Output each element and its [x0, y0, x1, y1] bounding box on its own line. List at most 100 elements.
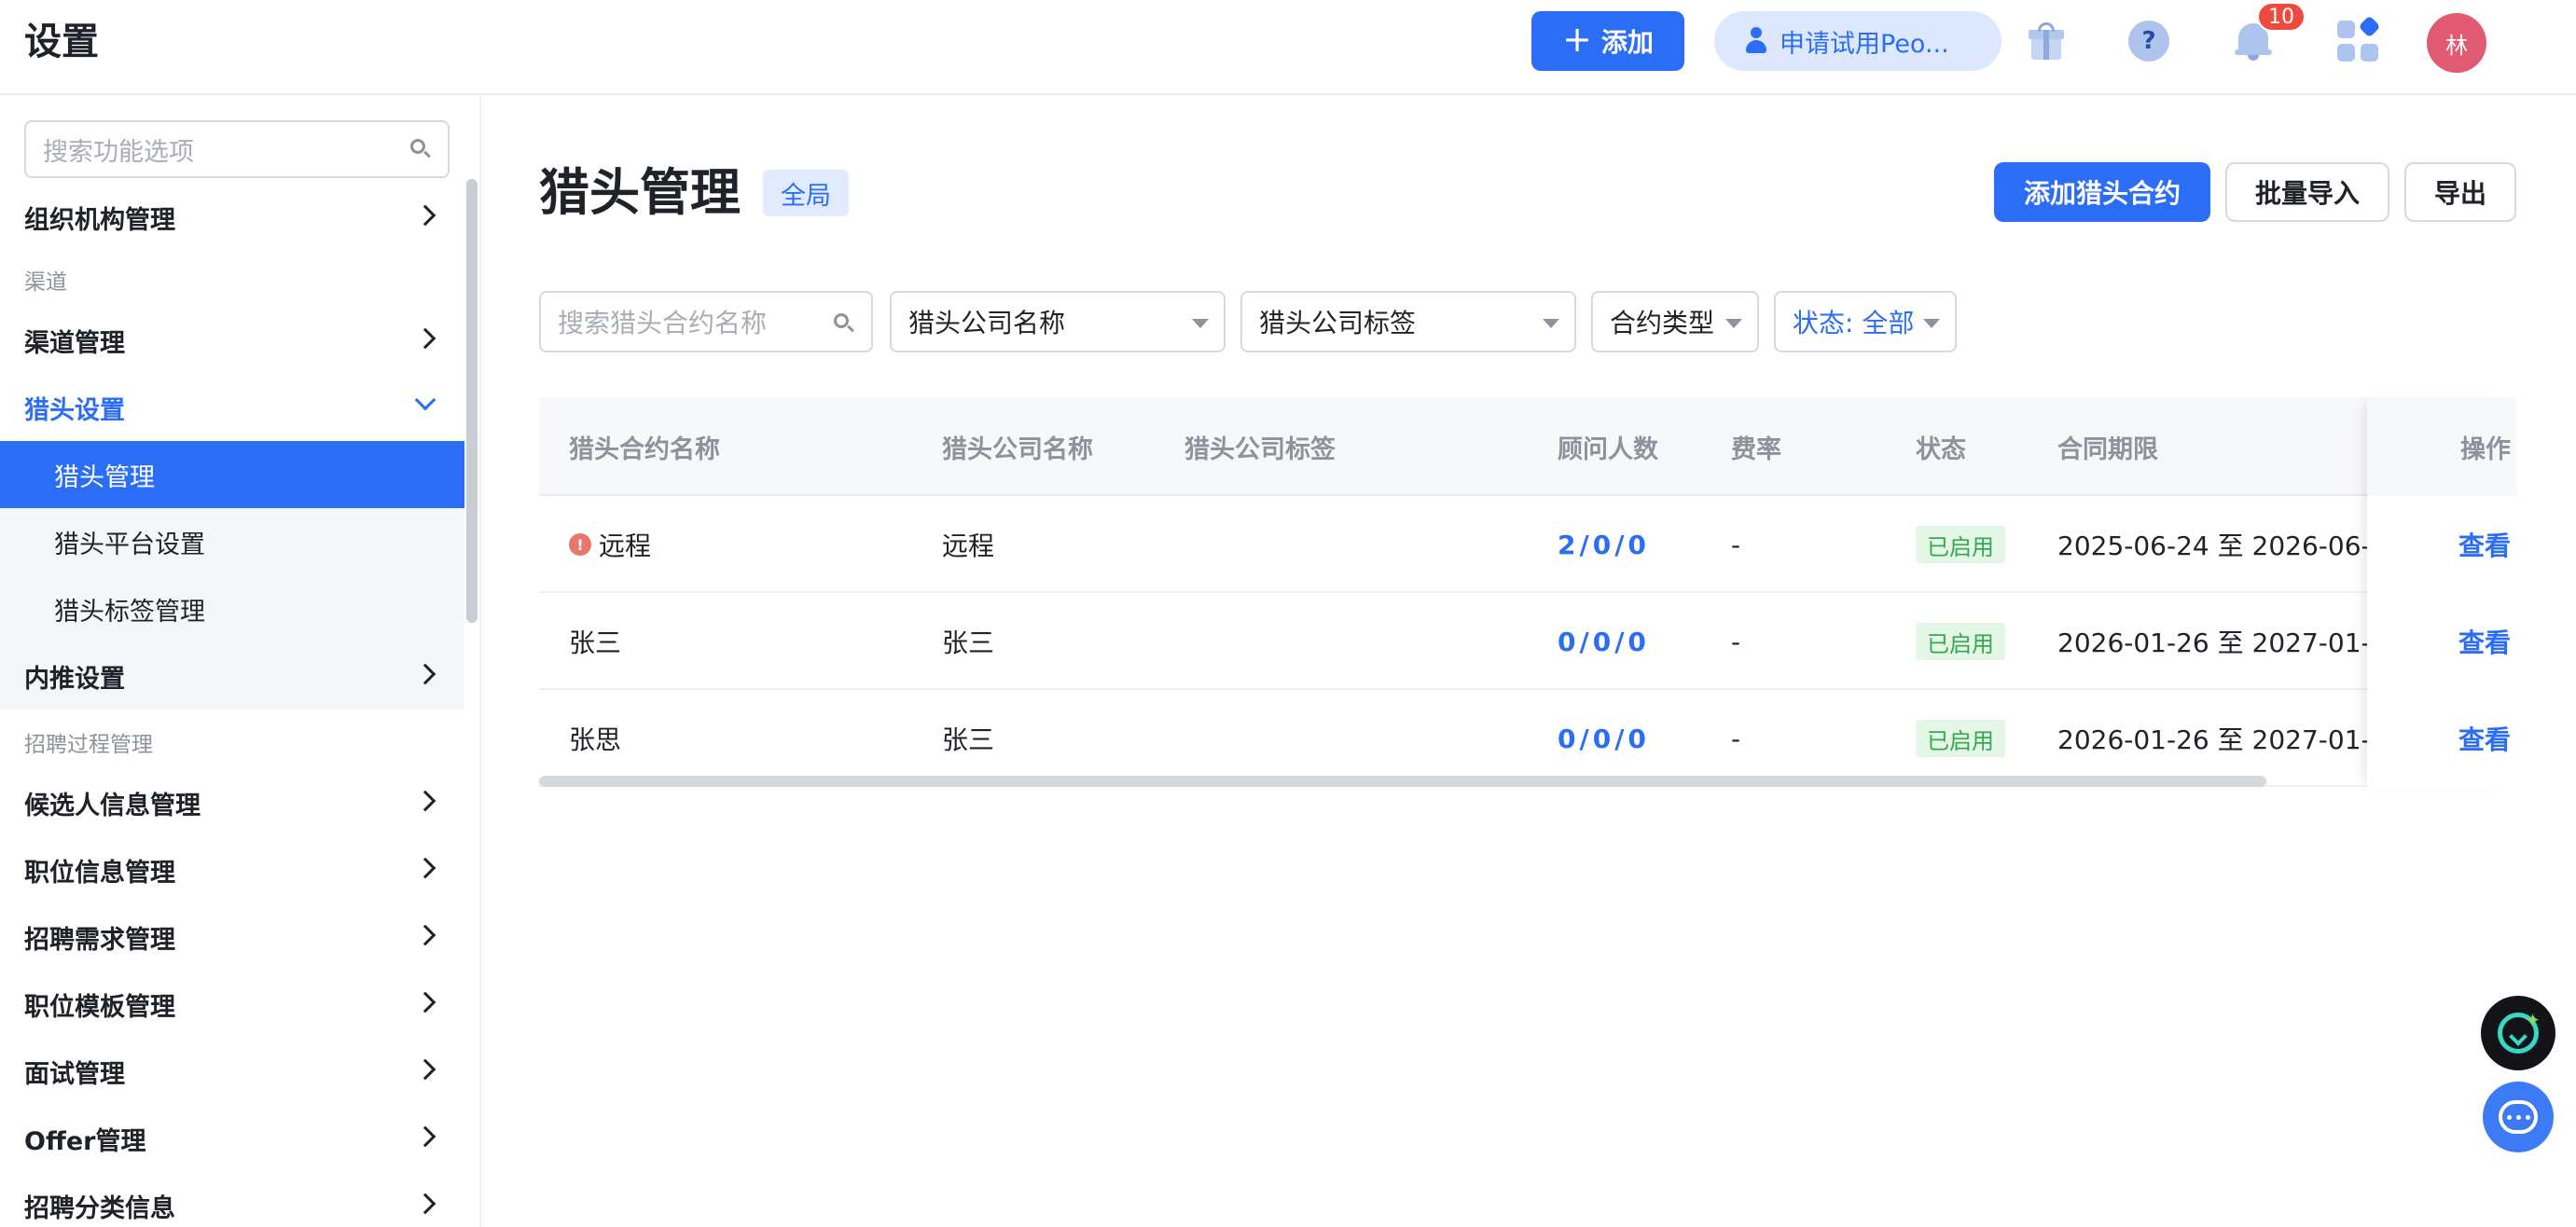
table-row[interactable]: 张三 张三 0/0/0 - 已启用 2026-01-26 至 2027-01-2	[539, 593, 2516, 690]
table-row[interactable]: 张思 张三 0/0/0 - 已启用 2026-01-26 至 2027-01-2	[539, 690, 2516, 787]
export-button[interactable]: 导出	[2404, 162, 2516, 222]
cell-period: 2025-06-24 至 2026-06-	[2057, 531, 2367, 561]
cell-rate: -	[1731, 529, 1741, 560]
sidebar-item-category[interactable]: 招聘分类信息	[0, 1172, 464, 1227]
sidebar-search-input[interactable]: 搜索功能选项	[24, 120, 450, 178]
sidebar-item-headhunter-platform[interactable]: 猎头平台设置	[0, 508, 464, 575]
contract-search-placeholder: 搜索猎头合约名称	[558, 308, 768, 338]
scope-tag: 全局	[763, 170, 849, 216]
sidebar-item-position[interactable]: 职位信息管理	[0, 836, 464, 903]
caret-down-icon	[1192, 319, 1209, 328]
company-name-select-label: 猎头公司名称	[908, 308, 1066, 338]
chevron-right-icon	[414, 327, 436, 350]
avatar[interactable]: 林	[2427, 13, 2486, 73]
cell-rate: -	[1731, 626, 1741, 657]
add-button[interactable]: + 添加	[1531, 11, 1684, 71]
info-icon: !	[569, 533, 591, 556]
sidebar-item-label: 内推设置	[24, 664, 125, 694]
company-tag-select-label: 猎头公司标签	[1259, 308, 1417, 338]
gift-icon	[2029, 22, 2064, 60]
caret-down-icon	[1923, 319, 1940, 328]
cell-status: 已启用	[1916, 593, 2005, 690]
chevron-right-icon	[414, 663, 436, 685]
sidebar-item-headhunter-mgmt[interactable]: 猎头管理	[0, 441, 464, 508]
apply-trial-button[interactable]: 申请试用Peo...	[1714, 11, 2001, 71]
sidebar-scrollbar[interactable]	[466, 179, 478, 623]
column-status: 状态	[1916, 434, 1966, 464]
sidebar-item-referral[interactable]: 内推设置	[0, 642, 464, 710]
chevron-right-icon	[414, 1058, 436, 1081]
chevron-right-icon	[414, 1193, 436, 1215]
sidebar-item-label: 职位模板管理	[24, 992, 175, 1022]
help-button[interactable]: ?	[2126, 19, 2171, 63]
sidebar-group-channel: 渠道	[24, 270, 67, 295]
sidebar-item-label: 组织机构管理	[24, 205, 175, 235]
status-badge: 已启用	[1916, 526, 2005, 563]
sidebar-item-demand[interactable]: 招聘需求管理	[0, 903, 464, 971]
page-title: 猎头管理	[539, 163, 741, 222]
chevron-right-icon	[414, 790, 436, 812]
column-tag: 猎头公司标签	[1184, 434, 1336, 464]
sparkle-icon: ✦	[2525, 1009, 2541, 1031]
cell-rate: -	[1731, 723, 1741, 754]
table-horizontal-scrollbar[interactable]	[539, 776, 2266, 787]
sidebar-item-interview[interactable]: 面试管理	[0, 1038, 464, 1105]
sidebar-item-label: 招聘分类信息	[24, 1193, 175, 1223]
top-header: 设置 + 添加 申请试用Peo... ? 10 林	[0, 0, 2576, 95]
column-name: 猎头合约名称	[569, 434, 720, 464]
fixed-column-shadow	[2367, 397, 2516, 789]
search-icon	[410, 139, 431, 159]
sidebar-item-label: 候选人信息管理	[24, 791, 201, 820]
chat-button[interactable]	[2483, 1082, 2554, 1152]
chevron-right-icon	[414, 857, 436, 879]
sidebar-item-channel[interactable]: 渠道管理	[0, 307, 464, 374]
chevron-right-icon	[414, 1125, 436, 1148]
person-icon	[1746, 27, 1766, 55]
column-period: 合同期限	[2057, 434, 2158, 464]
column-rate: 费率	[1731, 434, 1781, 464]
contract-type-select-label: 合约类型	[1610, 308, 1715, 338]
status-badge: 已启用	[1916, 720, 2005, 757]
caret-down-icon	[1725, 319, 1742, 328]
page-header-title: 设置	[24, 21, 99, 63]
ai-assistant-button[interactable]: ✦	[2481, 996, 2555, 1070]
batch-import-button[interactable]: 批量导入	[2225, 162, 2389, 222]
notification-badge: 10	[2257, 2, 2306, 32]
add-contract-button[interactable]: 添加猎头合约	[1994, 162, 2210, 222]
sidebar-item-headhunter-tags[interactable]: 猎头标签管理	[0, 575, 464, 642]
chevron-down-icon	[414, 389, 436, 411]
sidebar-item-candidate[interactable]: 候选人信息管理	[0, 769, 464, 836]
cell-advisors[interactable]: 0/0/0	[1558, 593, 1650, 690]
apps-button[interactable]	[2335, 15, 2381, 63]
sidebar-item-headhunter-settings[interactable]: 猎头设置	[0, 374, 464, 441]
sidebar-group-process: 招聘过程管理	[24, 733, 153, 757]
company-name-select[interactable]: 猎头公司名称	[890, 291, 1226, 352]
sidebar-item-template[interactable]: 职位模板管理	[0, 971, 464, 1038]
cell-period: 2026-01-26 至 2027-01-2	[2057, 627, 2367, 658]
cell-advisors[interactable]: 2/0/0	[1558, 496, 1650, 593]
sidebar-item-offer[interactable]: Offer管理	[0, 1105, 464, 1172]
sidebar-item-label: Offer管理	[24, 1126, 146, 1156]
cell-company: 远程	[942, 531, 995, 561]
status-select[interactable]: 状态: 全部	[1774, 291, 1957, 352]
caret-down-icon	[1543, 319, 1559, 328]
column-company: 猎头公司名称	[942, 434, 1093, 464]
sidebar-item-org[interactable]: 组织机构管理	[0, 184, 464, 251]
contract-type-select[interactable]: 合约类型	[1591, 291, 1759, 352]
sidebar-item-label: 面试管理	[24, 1059, 125, 1089]
sidebar-item-label: 招聘需求管理	[24, 925, 175, 955]
plus-icon: +	[1562, 19, 1592, 60]
cell-company: 张三	[942, 724, 995, 755]
chevron-right-icon	[414, 204, 436, 227]
cell-advisors[interactable]: 0/0/0	[1558, 690, 1650, 787]
table-row[interactable]: ! 远程 远程 2/0/0 - 已启用 2025-06-24 至 2026-06…	[539, 496, 2516, 593]
sidebar: 搜索功能选项 组织机构管理 渠道 渠道管理 猎头设置 猎头管理 猎头平台设置 猎…	[0, 96, 479, 1227]
help-icon: ?	[2128, 21, 2169, 62]
status-select-label: 状态: 全部	[1793, 308, 1915, 338]
search-icon	[834, 313, 854, 334]
table-header: 猎头合约名称 猎头公司名称 猎头公司标签 顾问人数 费率 状态 合同期限	[539, 397, 2516, 496]
sidebar-item-label: 职位信息管理	[24, 858, 175, 888]
contract-search-input[interactable]: 搜索猎头合约名称	[539, 291, 873, 352]
company-tag-select[interactable]: 猎头公司标签	[1240, 291, 1576, 352]
gift-button[interactable]	[2024, 19, 2069, 63]
